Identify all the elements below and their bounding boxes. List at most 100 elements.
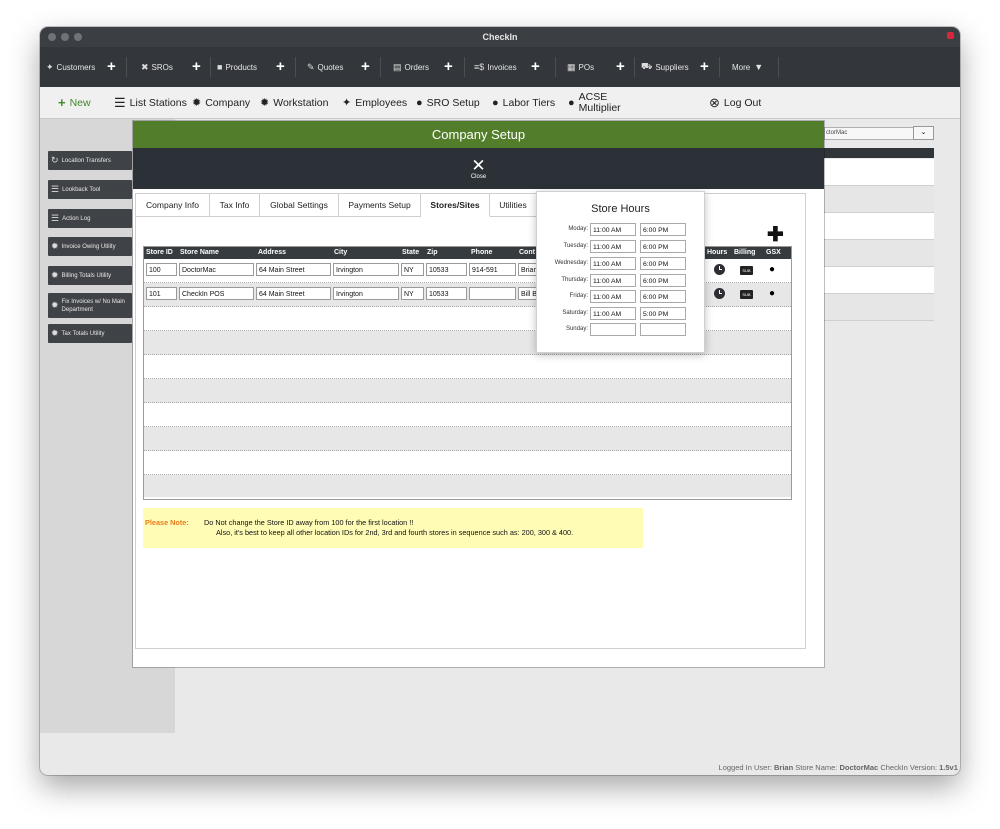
add-invoice-button[interactable]: + (531, 47, 540, 87)
day-label: Sunday: (565, 326, 588, 332)
close-time-field[interactable]: 6:00 PM (640, 240, 686, 253)
add-quote-button[interactable]: + (361, 47, 370, 87)
clock-icon[interactable] (714, 288, 725, 303)
table-row[interactable] (144, 355, 791, 379)
list-row[interactable] (824, 159, 934, 186)
billing-totals-utility-button[interactable]: ✹ Billing Totals Utility (48, 266, 132, 285)
nav-products[interactable]: ■ Products (217, 47, 257, 87)
table-row[interactable] (144, 451, 791, 475)
list-row[interactable] (824, 294, 934, 321)
table-row[interactable] (144, 427, 791, 451)
list-row[interactable] (824, 213, 934, 240)
open-time-field[interactable]: 11:00 AM (590, 274, 636, 287)
add-store-button[interactable]: ✚ (767, 225, 784, 245)
col-city: City (334, 249, 348, 256)
store-name: DoctorMac (839, 763, 879, 772)
close-time-field[interactable]: 6:00 PM (640, 257, 686, 270)
city-field[interactable]: Irvington (333, 287, 399, 300)
phone-field[interactable] (469, 287, 516, 300)
sro-setup-button[interactable]: ● SRO Setup (416, 87, 480, 118)
open-time-field[interactable] (590, 323, 636, 336)
zip-field[interactable]: 10533 (426, 263, 467, 276)
open-time-field[interactable]: 11:00 AM (590, 240, 636, 253)
company-button[interactable]: ✹ Company (192, 87, 250, 118)
store-name-field[interactable]: CheckIn POS (179, 287, 254, 300)
phone-field[interactable]: 914-591 (469, 263, 516, 276)
nav-suppliers[interactable]: ⛟ Suppliers (641, 47, 689, 87)
close-icon[interactable]: ✕ (133, 157, 824, 174)
address-field[interactable]: 64 Main Street (256, 287, 331, 300)
table-row[interactable] (144, 403, 791, 427)
add-supplier-button[interactable]: + (700, 47, 709, 87)
logout-button[interactable]: ⊗ Log Out (709, 87, 761, 118)
add-order-button[interactable]: + (444, 47, 453, 87)
list-row[interactable] (824, 240, 934, 267)
list-stations-button[interactable]: ☰ List Stations (114, 87, 187, 118)
add-sro-button[interactable]: + (192, 47, 201, 87)
notification-icon[interactable] (947, 32, 954, 39)
tab-stores-sites[interactable]: Stores/Sites (421, 194, 490, 217)
gear-icon: ✹ (260, 97, 270, 109)
add-po-button[interactable]: + (616, 47, 625, 87)
close-time-field[interactable]: 5:00 PM (640, 307, 686, 320)
nav-invoices[interactable]: ≡$ Invoices (474, 47, 517, 87)
window-zoom-control[interactable] (74, 33, 82, 41)
open-time-field[interactable]: 11:00 AM (590, 290, 636, 303)
tab-tax-info[interactable]: Tax Info (210, 194, 260, 217)
new-button[interactable]: + New (58, 87, 91, 118)
open-time-field[interactable]: 11:00 AM (590, 223, 636, 236)
col-address: Address (258, 249, 287, 256)
open-time-field[interactable]: 11:00 AM (590, 257, 636, 270)
store-id-field[interactable]: 101 (146, 287, 177, 300)
window-minimize-control[interactable] (61, 33, 69, 41)
lookback-tool-button[interactable]: ☰ Lookback Tool (48, 180, 132, 199)
apple-icon[interactable]: ● (769, 288, 775, 300)
billing-icon[interactable]: SUB (740, 288, 753, 300)
nav-customers[interactable]: ✦ Customers (46, 47, 95, 87)
close-time-field[interactable]: 6:00 PM (640, 290, 686, 303)
employees-button[interactable]: ✦ Employees (342, 87, 407, 118)
billing-icon[interactable]: SUB (740, 264, 753, 276)
clock-icon[interactable] (714, 264, 725, 279)
add-customer-button[interactable]: + (107, 47, 116, 87)
nav-sros[interactable]: ✖ SROs (141, 47, 173, 87)
tax-totals-utility-button[interactable]: ✹ Tax Totals Utility (48, 324, 132, 343)
tab-global-settings[interactable]: Global Settings (260, 194, 339, 217)
tab-company-info[interactable]: Company Info (136, 194, 210, 217)
list-row[interactable] (824, 186, 934, 213)
tab-payments-setup[interactable]: Payments Setup (339, 194, 421, 217)
state-field[interactable]: NY (401, 287, 424, 300)
city-field[interactable]: Irvington (333, 263, 399, 276)
close-time-field[interactable]: 6:00 PM (640, 223, 686, 236)
table-row[interactable] (144, 379, 791, 403)
list-row[interactable] (824, 267, 934, 294)
nav-pos[interactable]: ▦ POs (567, 47, 594, 87)
nav-more[interactable]: More ▼ (732, 47, 763, 87)
apple-icon[interactable]: ● (769, 264, 775, 276)
table-row[interactable] (144, 475, 791, 497)
close-button[interactable]: Close (133, 174, 824, 180)
workstation-button[interactable]: ✹ Workstation (260, 87, 328, 118)
note-label: Please Note: (145, 518, 189, 527)
close-time-field[interactable] (640, 323, 686, 336)
tab-utilities[interactable]: Utilities (490, 194, 537, 217)
invoice-owing-utility-button[interactable]: ✹ Invoice Owing Utility (48, 237, 132, 256)
zip-field[interactable]: 10533 (426, 287, 467, 300)
open-time-field[interactable]: 11:00 AM (590, 307, 636, 320)
window-close-control[interactable] (48, 33, 56, 41)
nav-quotes[interactable]: ✎ Quotes (307, 47, 343, 87)
fix-invoices-button[interactable]: ✹ Fix Invoices w/ No Main Department (48, 293, 132, 318)
store-name-field[interactable]: DoctorMac (179, 263, 254, 276)
action-log-button[interactable]: ☰ Action Log (48, 209, 132, 228)
chevron-down-icon[interactable]: ⌄ (913, 126, 934, 140)
store-id-field[interactable]: 100 (146, 263, 177, 276)
address-field[interactable]: 64 Main Street (256, 263, 331, 276)
nav-orders[interactable]: ▤ Orders (393, 47, 429, 87)
acse-multiplier-button[interactable]: ● ACSE Multiplier (568, 87, 621, 118)
state-field[interactable]: NY (401, 263, 424, 276)
labor-tiers-button[interactable]: ● Labor Tiers (492, 87, 555, 118)
close-time-field[interactable]: 6:00 PM (640, 274, 686, 287)
add-product-button[interactable]: + (276, 47, 285, 87)
store-select[interactable]: ctorMac (824, 127, 915, 140)
location-transfers-button[interactable]: ↻ Location Transfers (48, 151, 132, 170)
